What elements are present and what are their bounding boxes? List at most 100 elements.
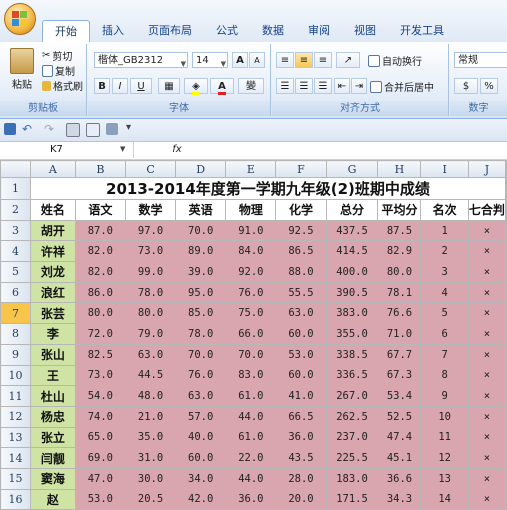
score-cell[interactable]: ×	[467, 281, 507, 304]
row-header[interactable]: 12	[0, 405, 31, 428]
row-header[interactable]: 5	[0, 261, 31, 283]
cut-button[interactable]: ✂ 剪切	[42, 48, 72, 63]
score-cell[interactable]: 67.3	[377, 364, 422, 387]
merge-center-button[interactable]: 合并后居中	[370, 79, 434, 94]
score-cell[interactable]: 95.0	[175, 281, 227, 304]
score-cell[interactable]: ×	[467, 364, 507, 387]
score-cell[interactable]: 400.0	[325, 261, 379, 283]
student-name-cell[interactable]: 王	[29, 364, 76, 387]
score-cell[interactable]: 262.5	[325, 405, 379, 428]
score-cell[interactable]: 40.0	[175, 426, 227, 449]
ribbon-tab[interactable]: 审阅	[296, 20, 342, 42]
score-cell[interactable]: 44.0	[225, 405, 277, 428]
student-name-cell[interactable]: 杨忠	[29, 405, 76, 428]
font-size-select[interactable]: 14 ▼	[192, 52, 228, 68]
cell[interactable]	[505, 426, 507, 449]
row-header[interactable]: 1	[0, 177, 31, 200]
score-cell[interactable]: 70.0	[175, 219, 227, 242]
cell[interactable]	[505, 281, 507, 304]
ribbon-tab[interactable]: 视图	[342, 20, 388, 42]
paste-button[interactable]: 粘贴	[8, 48, 36, 91]
score-cell[interactable]: 34.0	[175, 467, 227, 490]
score-cell[interactable]: 10	[420, 405, 469, 428]
column-header[interactable]: H	[377, 160, 422, 178]
column-header[interactable]: A	[29, 160, 76, 178]
score-cell[interactable]: 67.7	[377, 343, 422, 366]
score-cell[interactable]: 2	[420, 240, 469, 263]
score-cell[interactable]: 78.0	[175, 323, 227, 345]
student-name-cell[interactable]: 胡开	[29, 219, 76, 242]
score-cell[interactable]: 383.0	[325, 302, 379, 325]
column-header[interactable]: C	[124, 160, 177, 178]
ribbon-tab[interactable]: 数据	[250, 20, 296, 42]
score-cell[interactable]: 47.0	[74, 467, 126, 490]
ribbon-tab[interactable]: 页面布局	[136, 20, 204, 42]
student-name-cell[interactable]: 闫靓	[29, 447, 76, 469]
score-cell[interactable]: 86.0	[74, 281, 126, 304]
score-cell[interactable]: 79.0	[124, 323, 177, 345]
score-cell[interactable]: 336.5	[325, 364, 379, 387]
ribbon-tab[interactable]: 开发工具	[388, 20, 456, 42]
score-cell[interactable]: 73.0	[124, 240, 177, 263]
column-title-cell[interactable]: 数学	[124, 199, 177, 221]
row-header[interactable]: 10	[0, 364, 31, 387]
font-color-button[interactable]: A	[210, 78, 234, 95]
sheet-title[interactable]: 2013-2014年度第一学期九年级(2)班期中成绩	[29, 177, 507, 200]
score-cell[interactable]: 97.0	[124, 219, 177, 242]
score-cell[interactable]: 83.0	[225, 364, 277, 387]
score-cell[interactable]: 8	[420, 364, 469, 387]
shrink-font-button[interactable]: A	[249, 52, 265, 68]
student-name-cell[interactable]: 张山	[29, 343, 76, 366]
score-cell[interactable]: 63.0	[275, 302, 327, 325]
column-header[interactable]: J	[467, 160, 507, 178]
score-cell[interactable]: 69.0	[74, 447, 126, 469]
score-cell[interactable]: 11	[420, 426, 469, 449]
score-cell[interactable]: 41.0	[275, 385, 327, 407]
cell[interactable]	[505, 240, 507, 263]
align-center-button[interactable]: ☰	[295, 78, 313, 94]
score-cell[interactable]: 87.5	[377, 219, 422, 242]
office-button[interactable]	[4, 3, 36, 35]
score-cell[interactable]: 63.0	[124, 343, 177, 366]
column-title-cell[interactable]: 七合判	[467, 199, 507, 221]
score-cell[interactable]: ×	[467, 447, 507, 469]
student-name-cell[interactable]: 李	[29, 323, 76, 345]
score-cell[interactable]: 13	[420, 467, 469, 490]
score-cell[interactable]: 21.0	[124, 405, 177, 428]
cell[interactable]	[505, 177, 507, 200]
score-cell[interactable]: 47.4	[377, 426, 422, 449]
score-cell[interactable]: 61.0	[225, 426, 277, 449]
ribbon-tab[interactable]: 公式	[204, 20, 250, 42]
cell[interactable]	[505, 302, 507, 325]
score-cell[interactable]: 60.0	[175, 447, 227, 469]
phonetic-button[interactable]: 變	[238, 78, 264, 94]
row-header[interactable]: 6	[0, 281, 31, 304]
score-cell[interactable]: ×	[467, 405, 507, 428]
cell[interactable]	[505, 343, 507, 366]
row-header[interactable]: 4	[0, 240, 31, 263]
column-header[interactable]: G	[325, 160, 379, 178]
grow-font-button[interactable]: A	[232, 52, 248, 68]
row-header[interactable]: 3	[0, 219, 31, 242]
score-cell[interactable]: 437.5	[325, 219, 379, 242]
score-cell[interactable]: 53.0	[74, 488, 126, 510]
score-cell[interactable]: 80.0	[377, 261, 422, 283]
ribbon-tab[interactable]: 插入	[90, 20, 136, 42]
redo-icon[interactable]: ↷	[44, 122, 54, 136]
copy-button[interactable]: 复制	[42, 63, 75, 78]
row-header[interactable]: 16	[0, 488, 31, 510]
score-cell[interactable]: 66.5	[275, 405, 327, 428]
save-icon[interactable]	[4, 123, 16, 135]
decrease-indent-button[interactable]: ⇤	[334, 78, 350, 94]
score-cell[interactable]: 12	[420, 447, 469, 469]
score-cell[interactable]: 91.0	[225, 219, 277, 242]
column-title-cell[interactable]: 总分	[325, 199, 379, 221]
score-cell[interactable]: 42.0	[175, 488, 227, 510]
score-cell[interactable]: 267.0	[325, 385, 379, 407]
column-header[interactable]: D	[175, 160, 227, 178]
score-cell[interactable]: 73.0	[74, 364, 126, 387]
namebox-dropdown-icon[interactable]: ▼	[120, 145, 125, 153]
score-cell[interactable]: 20.0	[275, 488, 327, 510]
row-header[interactable]: 14	[0, 447, 31, 469]
score-cell[interactable]: 54.0	[74, 385, 126, 407]
